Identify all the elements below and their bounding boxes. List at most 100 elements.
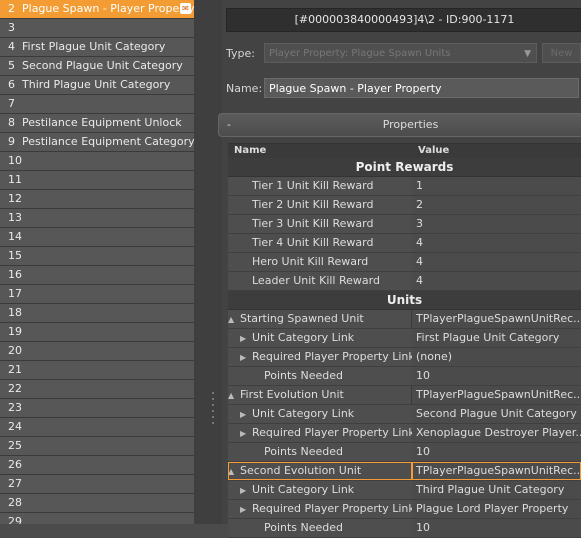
property-row[interactable]: ▲ Second Evolution Unit TPlayerPlagueSpawn…: [228, 462, 581, 481]
property-value-cell[interactable]: TPlayerPlagueSpawnUnitRec...: [412, 386, 581, 404]
property-row[interactable]: ▶ Unit Category Link Third Plague Unit Cat…: [228, 481, 581, 500]
property-row[interactable]: Leader Unit Kill Reward 4: [228, 272, 581, 291]
list-item[interactable]: 8 Pestilance Equipment Unlock: [0, 114, 194, 133]
property-value-cell[interactable]: 3: [412, 215, 581, 233]
property-value-cell[interactable]: 10: [412, 519, 581, 537]
collapsed-triangle-icon[interactable]: ▶: [240, 425, 252, 442]
record-list[interactable]: 2 Plague Spawn - Player Property ✉ 3 4 First …: [0, 0, 194, 524]
list-item[interactable]: 12: [0, 190, 194, 209]
collapsed-triangle-icon[interactable]: ▶: [240, 349, 252, 366]
new-button[interactable]: New: [542, 43, 581, 63]
property-row[interactable]: ▲ First Evolution Unit TPlayerPlagueSpawnU…: [228, 386, 581, 405]
list-item[interactable]: 25: [0, 437, 194, 456]
list-item[interactable]: 3: [0, 19, 194, 38]
splitter-grip-dot: [212, 404, 214, 406]
list-item[interactable]: 21: [0, 361, 194, 380]
property-row[interactable]: Tier 2 Unit Kill Reward 2: [228, 196, 581, 215]
property-name: Required Player Property Link: [252, 502, 415, 515]
list-item-number: 22: [8, 382, 22, 395]
list-item[interactable]: 6 Third Plague Unit Category: [0, 76, 194, 95]
property-value-cell[interactable]: 10: [412, 367, 581, 385]
list-item-number: 16: [8, 268, 22, 281]
collapse-icon[interactable]: -: [227, 114, 231, 136]
list-item-number: 11: [8, 173, 22, 186]
list-item[interactable]: 23: [0, 399, 194, 418]
list-item-number: 5: [8, 59, 15, 72]
property-value-cell[interactable]: Xenoplague Destroyer Player...: [412, 424, 581, 442]
list-item-number: 10: [8, 154, 22, 167]
list-item-number: 28: [8, 496, 22, 509]
list-item[interactable]: 28: [0, 494, 194, 513]
list-item[interactable]: 14: [0, 228, 194, 247]
property-value-cell[interactable]: Third Plague Unit Category: [412, 481, 581, 499]
property-row[interactable]: ▶ Unit Category Link First Plague Unit Cat…: [228, 329, 581, 348]
property-value-cell[interactable]: 2: [412, 196, 581, 214]
property-value-cell[interactable]: (none): [412, 348, 581, 366]
property-row[interactable]: Hero Unit Kill Reward 4: [228, 253, 581, 272]
grid-category[interactable]: Units: [228, 291, 581, 310]
list-item[interactable]: 18: [0, 304, 194, 323]
property-row[interactable]: Tier 3 Unit Kill Reward 3: [228, 215, 581, 234]
column-header-name[interactable]: Name: [234, 144, 266, 158]
property-value-cell[interactable]: Plague Lord Player Property: [412, 500, 581, 518]
list-item[interactable]: 16: [0, 266, 194, 285]
list-item[interactable]: 15: [0, 247, 194, 266]
detail-pane: [#000003840000493]4\2 - ID:900-1171 Type…: [218, 0, 581, 538]
name-input[interactable]: Plague Spawn - Player Property: [264, 78, 579, 98]
property-row[interactable]: ▶ Required Player Property Link Xenoplague…: [228, 424, 581, 443]
property-value-cell[interactable]: 1: [412, 177, 581, 195]
property-row[interactable]: ▶ Required Player Property Link (none): [228, 348, 581, 367]
list-item-number: 13: [8, 211, 22, 224]
property-row[interactable]: ▶ Unit Category Link Second Plague Unit Ca…: [228, 405, 581, 424]
list-item[interactable]: 19: [0, 323, 194, 342]
property-name-cell: Hero Unit Kill Reward: [228, 253, 424, 271]
grid-category[interactable]: Point Rewards: [228, 158, 581, 177]
list-item[interactable]: 17: [0, 285, 194, 304]
expanded-triangle-icon[interactable]: ▲: [228, 311, 240, 328]
property-row[interactable]: ▶ Required Player Property Link Plague Lor…: [228, 500, 581, 519]
list-item[interactable]: 24: [0, 418, 194, 437]
expanded-triangle-icon[interactable]: ▲: [228, 387, 240, 404]
property-row[interactable]: Tier 4 Unit Kill Reward 4: [228, 234, 581, 253]
column-header-value[interactable]: Value: [418, 144, 449, 158]
property-value-cell[interactable]: 10: [412, 443, 581, 461]
property-row[interactable]: Points Needed 10: [228, 367, 581, 386]
list-item[interactable]: 20: [0, 342, 194, 361]
property-value-cell[interactable]: TPlayerPlagueSpawnUnitRec...: [412, 462, 581, 480]
collapsed-triangle-icon[interactable]: ▶: [240, 330, 252, 347]
property-row[interactable]: Points Needed 10: [228, 443, 581, 462]
property-name: Leader Unit Kill Reward: [252, 274, 380, 287]
property-value-cell[interactable]: Second Plague Unit Category: [412, 405, 581, 423]
list-item[interactable]: 2 Plague Spawn - Player Property ✉: [0, 0, 194, 19]
list-item[interactable]: 5 Second Plague Unit Category: [0, 57, 194, 76]
list-item[interactable]: 4 First Plague Unit Category: [0, 38, 194, 57]
property-value-cell[interactable]: First Plague Unit Category: [412, 329, 581, 347]
list-item[interactable]: 13: [0, 209, 194, 228]
property-name-cell: Tier 2 Unit Kill Reward: [228, 196, 424, 214]
property-row[interactable]: Tier 1 Unit Kill Reward 1: [228, 177, 581, 196]
property-row[interactable]: Points Needed 10: [228, 519, 581, 538]
list-item[interactable]: 22: [0, 380, 194, 399]
list-item[interactable]: 9 Pestilance Equipment Category: [0, 133, 194, 152]
property-row[interactable]: ▲ Starting Spawned Unit TPlayerPlagueSpawn…: [228, 310, 581, 329]
list-item[interactable]: 29: [0, 513, 194, 524]
list-item[interactable]: 27: [0, 475, 194, 494]
collapsed-triangle-icon[interactable]: ▶: [240, 406, 252, 423]
list-item-number: 26: [8, 458, 22, 471]
property-value-cell[interactable]: 4: [412, 272, 581, 290]
expanded-triangle-icon[interactable]: ▲: [228, 463, 240, 480]
list-item[interactable]: 7: [0, 95, 194, 114]
properties-header[interactable]: - Properties: [218, 113, 581, 137]
property-name: Starting Spawned Unit: [240, 312, 364, 325]
property-value-cell[interactable]: TPlayerPlagueSpawnUnitRec...: [412, 310, 581, 328]
collapsed-triangle-icon[interactable]: ▶: [240, 501, 252, 518]
property-value-cell[interactable]: 4: [412, 253, 581, 271]
type-dropdown[interactable]: Player Property: Plague Spawn Units ▼: [264, 43, 537, 63]
list-item[interactable]: 11: [0, 171, 194, 190]
list-item[interactable]: 10: [0, 152, 194, 171]
collapsed-triangle-icon[interactable]: ▶: [240, 482, 252, 499]
property-value-cell[interactable]: 4: [412, 234, 581, 252]
splitter[interactable]: [194, 0, 222, 524]
list-item[interactable]: 26: [0, 456, 194, 475]
property-name-cell: Points Needed: [228, 367, 436, 385]
